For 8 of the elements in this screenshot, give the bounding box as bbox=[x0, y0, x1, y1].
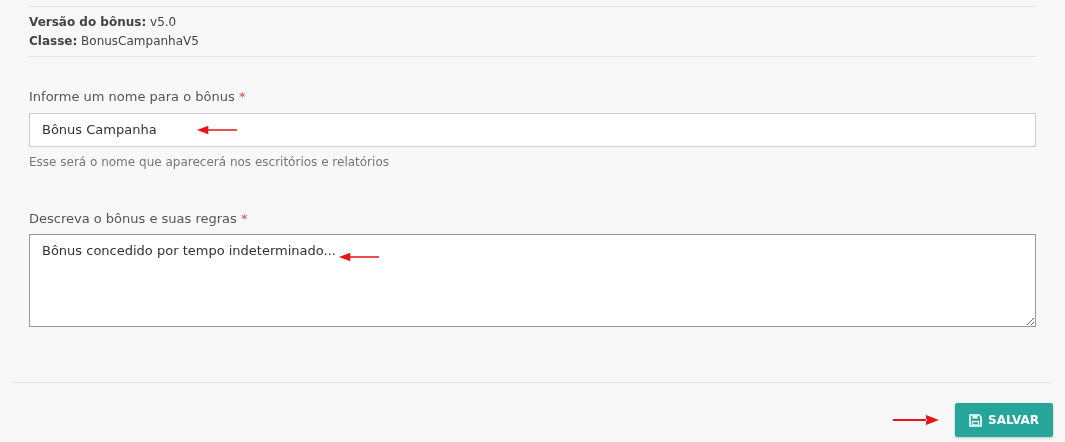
field-label: Descreva o bônus e suas regras * bbox=[29, 209, 249, 228]
text-area[interactable]: Bônus concedido por tempo indeterminado... bbox=[29, 234, 1036, 327]
info-line: Versão do bônus: v5.0 bbox=[29, 14, 178, 31]
help-text: Esse será o nome que aparecerá nos escritórios e relatórios bbox=[29, 153, 390, 171]
input-field[interactable]: Bônus Campanha bbox=[29, 112, 1036, 147]
field-label: Informe um nome para o bônus * bbox=[29, 88, 247, 106]
info-line: Classe: BonusCampanhaV5 bbox=[29, 33, 200, 50]
save-icon bbox=[969, 413, 983, 427]
